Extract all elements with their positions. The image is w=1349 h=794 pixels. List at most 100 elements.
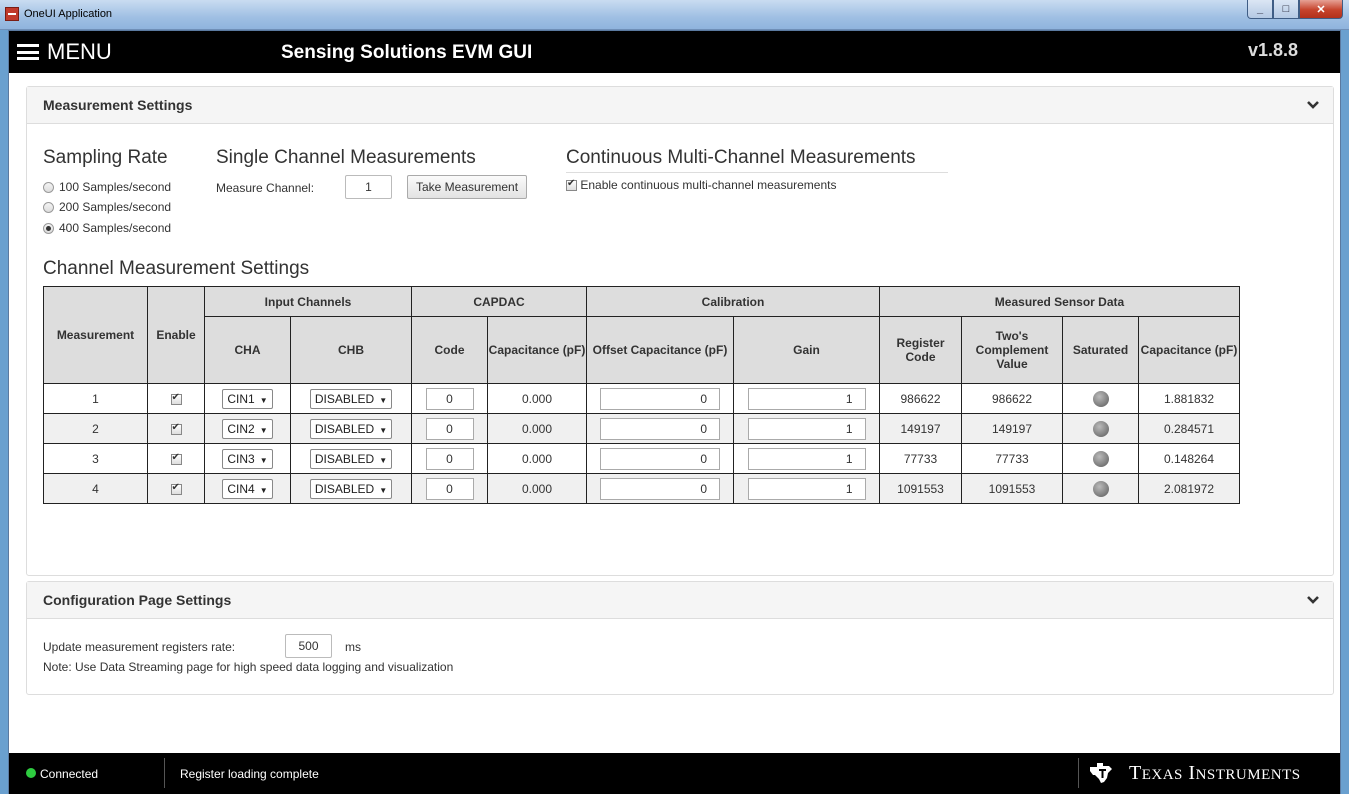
saturated-indicator-icon bbox=[1092, 480, 1109, 497]
close-button[interactable]: ✕ bbox=[1299, 0, 1343, 19]
capdac-code-input[interactable]: 0 bbox=[425, 477, 474, 500]
window-titlebar: OneUI Application _ □ ✕ bbox=[0, 0, 1349, 30]
divider bbox=[164, 758, 165, 788]
cell-gain: 1 bbox=[733, 413, 880, 444]
cell-offset: 0 bbox=[586, 473, 734, 504]
dropdown-arrow-icon: ▼ bbox=[379, 485, 388, 495]
capdac-code-input[interactable]: 0 bbox=[425, 447, 474, 470]
chb-value: DISABLED bbox=[314, 481, 375, 496]
status-bar: Connected Register loading complete TEXA… bbox=[9, 753, 1340, 794]
panel-title: Configuration Page Settings bbox=[43, 592, 232, 608]
sampling-option-200[interactable]: 200 Samples/second bbox=[43, 200, 171, 214]
divider bbox=[566, 172, 948, 173]
header-chb: CHB bbox=[290, 316, 412, 384]
chb-select[interactable]: DISABLED ▼ bbox=[309, 418, 393, 439]
gain-input[interactable]: 1 bbox=[747, 387, 866, 410]
header-capdac: CAPDAC bbox=[411, 286, 587, 317]
dropdown-arrow-icon: ▼ bbox=[379, 425, 388, 435]
cell-offset: 0 bbox=[586, 443, 734, 474]
cell-chb: DISABLED ▼ bbox=[290, 473, 412, 504]
gain-input[interactable]: 1 bbox=[747, 417, 866, 440]
offset-input[interactable]: 0 bbox=[600, 387, 720, 410]
chevron-down-icon[interactable] bbox=[1299, 590, 1327, 610]
cell-register-code: 1091553 bbox=[879, 473, 962, 504]
cell-cha: CIN2 ▼ bbox=[204, 413, 291, 444]
cell-offset: 0 bbox=[586, 383, 734, 414]
cha-select[interactable]: CIN4 ▼ bbox=[222, 478, 273, 499]
cell-enable bbox=[147, 413, 205, 444]
capdac-code-input[interactable]: 0 bbox=[425, 417, 474, 440]
sampling-option-400[interactable]: 400 Samples/second bbox=[43, 221, 171, 235]
cell-chb: DISABLED ▼ bbox=[290, 443, 412, 474]
dropdown-arrow-icon: ▼ bbox=[259, 485, 268, 495]
maximize-button[interactable]: □ bbox=[1273, 0, 1299, 19]
sampling-option-100[interactable]: 100 Samples/second bbox=[43, 180, 171, 194]
enable-checkbox[interactable] bbox=[170, 422, 182, 435]
chb-value: DISABLED bbox=[314, 391, 375, 406]
cell-meas-cap: 0.148264 bbox=[1138, 443, 1240, 474]
cell-saturated bbox=[1062, 413, 1139, 444]
dropdown-arrow-icon: ▼ bbox=[379, 455, 388, 465]
minimize-button[interactable]: _ bbox=[1247, 0, 1273, 19]
enable-checkbox[interactable] bbox=[170, 452, 182, 465]
channel-settings-heading: Channel Measurement Settings bbox=[43, 258, 310, 279]
version-label: v1.8.8 bbox=[1247, 40, 1298, 60]
offset-input[interactable]: 0 bbox=[600, 447, 720, 470]
header-measurement: Measurement bbox=[43, 286, 148, 384]
menu-button[interactable]: MENU bbox=[17, 39, 112, 65]
cha-select[interactable]: CIN2 ▼ bbox=[222, 418, 273, 439]
cell-cha: CIN3 ▼ bbox=[204, 443, 291, 474]
enable-checkbox[interactable] bbox=[170, 482, 182, 495]
dropdown-arrow-icon: ▼ bbox=[379, 395, 388, 405]
offset-input[interactable]: 0 bbox=[600, 417, 720, 440]
saturated-indicator-icon bbox=[1092, 390, 1109, 407]
saturated-indicator-icon bbox=[1092, 420, 1109, 437]
radio-icon bbox=[43, 201, 54, 213]
take-measurement-button[interactable]: Take Measurement bbox=[407, 175, 528, 199]
measurement-settings-header[interactable]: Measurement Settings bbox=[27, 87, 1333, 124]
dropdown-arrow-icon: ▼ bbox=[259, 395, 268, 405]
update-rate-input[interactable]: 500 bbox=[285, 634, 332, 658]
cha-select[interactable]: CIN1 ▼ bbox=[222, 388, 273, 409]
cell-offset: 0 bbox=[586, 413, 734, 444]
continuous-enable-checkbox[interactable] bbox=[566, 178, 577, 192]
cell-register-code: 77733 bbox=[879, 443, 962, 474]
header-capacitance: Capacitance (pF) bbox=[487, 316, 587, 384]
dropdown-arrow-icon: ▼ bbox=[259, 455, 268, 465]
cell-measurement: 3 bbox=[43, 443, 148, 474]
measurement-settings-panel: Measurement Settings Sampling Rate 100 S… bbox=[26, 86, 1334, 576]
chb-value: DISABLED bbox=[314, 451, 375, 466]
configuration-settings-header[interactable]: Configuration Page Settings bbox=[27, 582, 1333, 619]
measure-channel-input[interactable]: 1 bbox=[345, 175, 392, 199]
capdac-code-input[interactable]: 0 bbox=[425, 387, 474, 410]
header-enable: Enable bbox=[147, 286, 205, 384]
header-calibration: Calibration bbox=[586, 286, 880, 317]
chb-select[interactable]: DISABLED ▼ bbox=[309, 478, 393, 499]
header-measured-data: Measured Sensor Data bbox=[879, 286, 1240, 317]
chevron-down-icon[interactable] bbox=[1299, 95, 1327, 115]
window-controls: _ □ ✕ bbox=[1247, 0, 1343, 20]
ti-wordmark-part: EXAS bbox=[1141, 766, 1183, 783]
connected-status-icon bbox=[26, 768, 36, 778]
offset-input[interactable]: 0 bbox=[600, 477, 720, 500]
header-register-code: Register Code bbox=[879, 316, 962, 384]
gain-input[interactable]: 1 bbox=[747, 447, 866, 470]
cell-measurement: 1 bbox=[43, 383, 148, 414]
radio-icon bbox=[43, 181, 54, 193]
enable-checkbox[interactable] bbox=[170, 392, 182, 405]
continuous-enable-row[interactable]: Enable continuous multi-channel measurem… bbox=[566, 178, 837, 192]
chb-select[interactable]: DISABLED ▼ bbox=[309, 388, 393, 409]
cell-enable bbox=[147, 443, 205, 474]
sampling-option-label: 100 Samples/second bbox=[59, 180, 172, 194]
data-streaming-note: Note: Use Data Streaming page for high s… bbox=[43, 660, 454, 674]
cell-enable bbox=[147, 473, 205, 504]
app-title: Sensing Solutions EVM GUI bbox=[281, 42, 533, 63]
cha-select[interactable]: CIN3 ▼ bbox=[222, 448, 273, 469]
chb-select[interactable]: DISABLED ▼ bbox=[309, 448, 393, 469]
table-row: 1 CIN1 ▼ DISABLED ▼ 0 0.000 0 1 986622 986… bbox=[43, 383, 1240, 414]
app-header: MENU Sensing Solutions EVM GUI v1.8.8 bbox=[9, 31, 1340, 73]
menu-label: MENU bbox=[47, 39, 112, 64]
gain-input[interactable]: 1 bbox=[747, 477, 866, 500]
cha-value: CIN2 bbox=[227, 421, 255, 436]
cell-code: 0 bbox=[411, 413, 488, 444]
